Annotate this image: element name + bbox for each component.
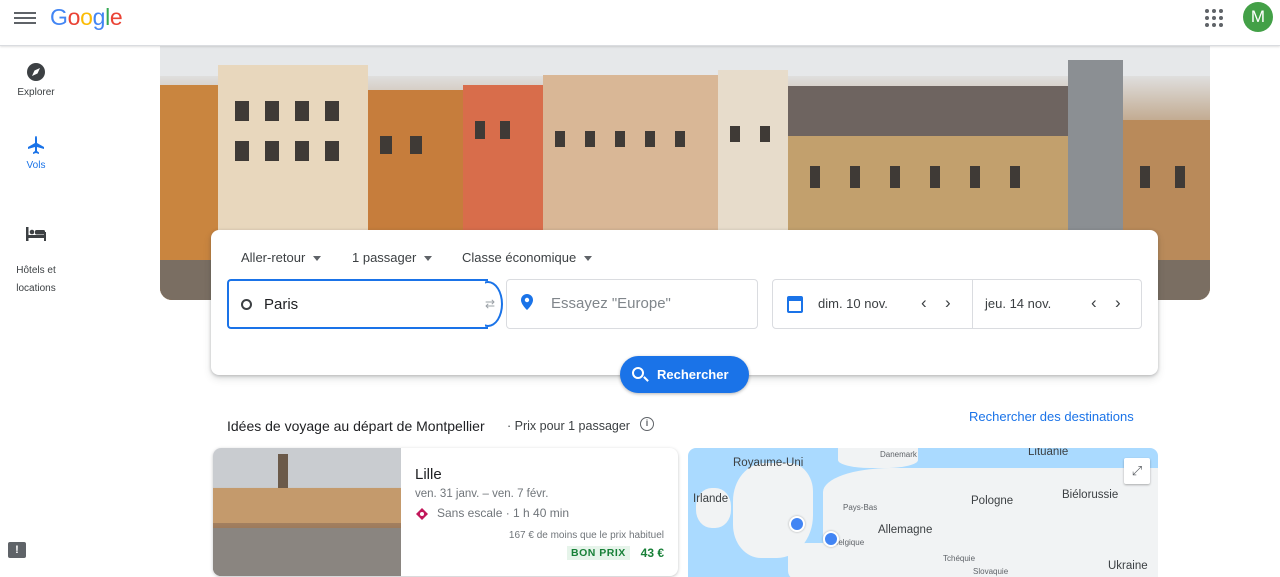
map-label: Allemagne: [878, 524, 933, 536]
trip-type-dropdown[interactable]: Aller-retour: [241, 250, 322, 265]
compass-icon: [27, 63, 45, 81]
passengers-dropdown[interactable]: 1 passager: [352, 250, 433, 265]
return-date[interactable]: jeu. 14 nov.: [985, 296, 1051, 311]
calendar-icon: [787, 296, 803, 313]
card-price-note: 167 € de moins que le prix habituel: [508, 530, 664, 541]
chevron-down-icon: [584, 256, 593, 262]
section-subtitle: · Prix pour 1 passager: [507, 419, 630, 433]
plane-icon: [28, 136, 44, 154]
map-marker[interactable]: [823, 531, 839, 547]
map-label: Pologne: [971, 495, 1014, 507]
flight-search-panel: Aller-retour 1 passager Classe économiqu…: [211, 230, 1158, 375]
avatar[interactable]: M: [1243, 2, 1273, 32]
explore-destinations-link[interactable]: Rechercher des destinations: [969, 409, 1134, 424]
section-title: Idées de voyage au départ de Montpellier: [227, 418, 485, 434]
chevron-left-icon[interactable]: ‹: [921, 293, 927, 313]
good-price-badge: BON PRIX: [567, 546, 630, 560]
expand-icon[interactable]: ⤢: [1124, 458, 1150, 484]
destination-input[interactable]: Essayez "Europe": [506, 279, 758, 329]
chevron-right-icon[interactable]: ›: [945, 293, 951, 313]
location-pin-icon: [521, 294, 533, 310]
swap-icon[interactable]: ⇄: [485, 297, 495, 311]
search-button-label: Rechercher: [657, 367, 729, 382]
feedback-icon[interactable]: !: [8, 542, 26, 558]
sidebar-item-explorer[interactable]: Explorer: [0, 62, 72, 102]
map-marker[interactable]: [789, 516, 805, 532]
map-label: Lituanie: [1028, 448, 1069, 458]
map-label: Ukraine: [1108, 560, 1148, 572]
sidebar-item-label: Explorer: [17, 87, 55, 98]
sidebar-item-label: Vols: [26, 160, 46, 171]
origin-value: Paris: [264, 296, 299, 313]
trip-type-label: Aller-retour: [241, 250, 306, 265]
top-app-bar: Google M: [0, 0, 1280, 46]
origin-input[interactable]: Paris: [227, 279, 488, 329]
map-label: Royaume-Uni: [733, 457, 804, 469]
map-label: Tchéquie: [943, 554, 976, 563]
origin-circle-icon: [241, 299, 252, 310]
card-route: Sans escale · 1 h 40 min: [437, 506, 570, 520]
menu-icon[interactable]: [14, 9, 36, 27]
card-dates: ven. 31 janv. – ven. 7 févr.: [415, 488, 549, 500]
chevron-down-icon: [313, 256, 322, 262]
sidebar-item-vols[interactable]: Vols: [0, 135, 72, 175]
chevron-right-icon[interactable]: ›: [1115, 293, 1121, 313]
logo-letter: g: [92, 4, 106, 30]
cabin-class-dropdown[interactable]: Classe économique: [462, 250, 593, 265]
city-photo: [213, 448, 401, 576]
map-label: Irlande: [693, 493, 729, 505]
logo-letter: o: [67, 4, 81, 30]
sidebar-item-hotels[interactable]: Hôtels et locations: [0, 208, 72, 298]
bed-icon: [26, 227, 46, 241]
destinations-map[interactable]: Royaume-Uni Irlande Pologne Biélorussie …: [688, 448, 1158, 577]
logo-letter: e: [109, 4, 123, 30]
map-label: Pays-Bas: [843, 503, 878, 512]
card-price: 43 €: [640, 546, 664, 560]
logo-letter: G: [50, 4, 68, 30]
destination-card[interactable]: Lille ven. 31 janv. – ven. 7 févr. Sans …: [213, 448, 678, 576]
destination-placeholder: Essayez "Europe": [551, 295, 671, 312]
date-range-field[interactable]: dim. 10 nov. ‹ › jeu. 14 nov. ‹ ›: [772, 279, 1142, 329]
divider: [972, 280, 973, 328]
cabin-class-label: Classe économique: [462, 250, 577, 265]
logo-letter: o: [80, 4, 93, 30]
info-icon[interactable]: i: [640, 417, 654, 431]
depart-date[interactable]: dim. 10 nov.: [818, 296, 888, 311]
card-city: Lille: [415, 466, 442, 483]
google-logo[interactable]: Google: [50, 4, 123, 31]
map-label: Danemark: [880, 450, 917, 459]
passengers-label: 1 passager: [352, 250, 417, 265]
chevron-down-icon: [424, 256, 433, 262]
map-label: Slovaquie: [973, 567, 1009, 576]
airline-logo-icon: [416, 508, 428, 520]
chevron-left-icon[interactable]: ‹: [1091, 293, 1097, 313]
sidebar-item-label: Hôtels et locations: [16, 265, 56, 294]
apps-grid-icon[interactable]: [1205, 9, 1223, 27]
search-button[interactable]: Rechercher: [620, 356, 749, 393]
map-label: Biélorussie: [1062, 489, 1119, 501]
search-icon: [632, 367, 644, 379]
